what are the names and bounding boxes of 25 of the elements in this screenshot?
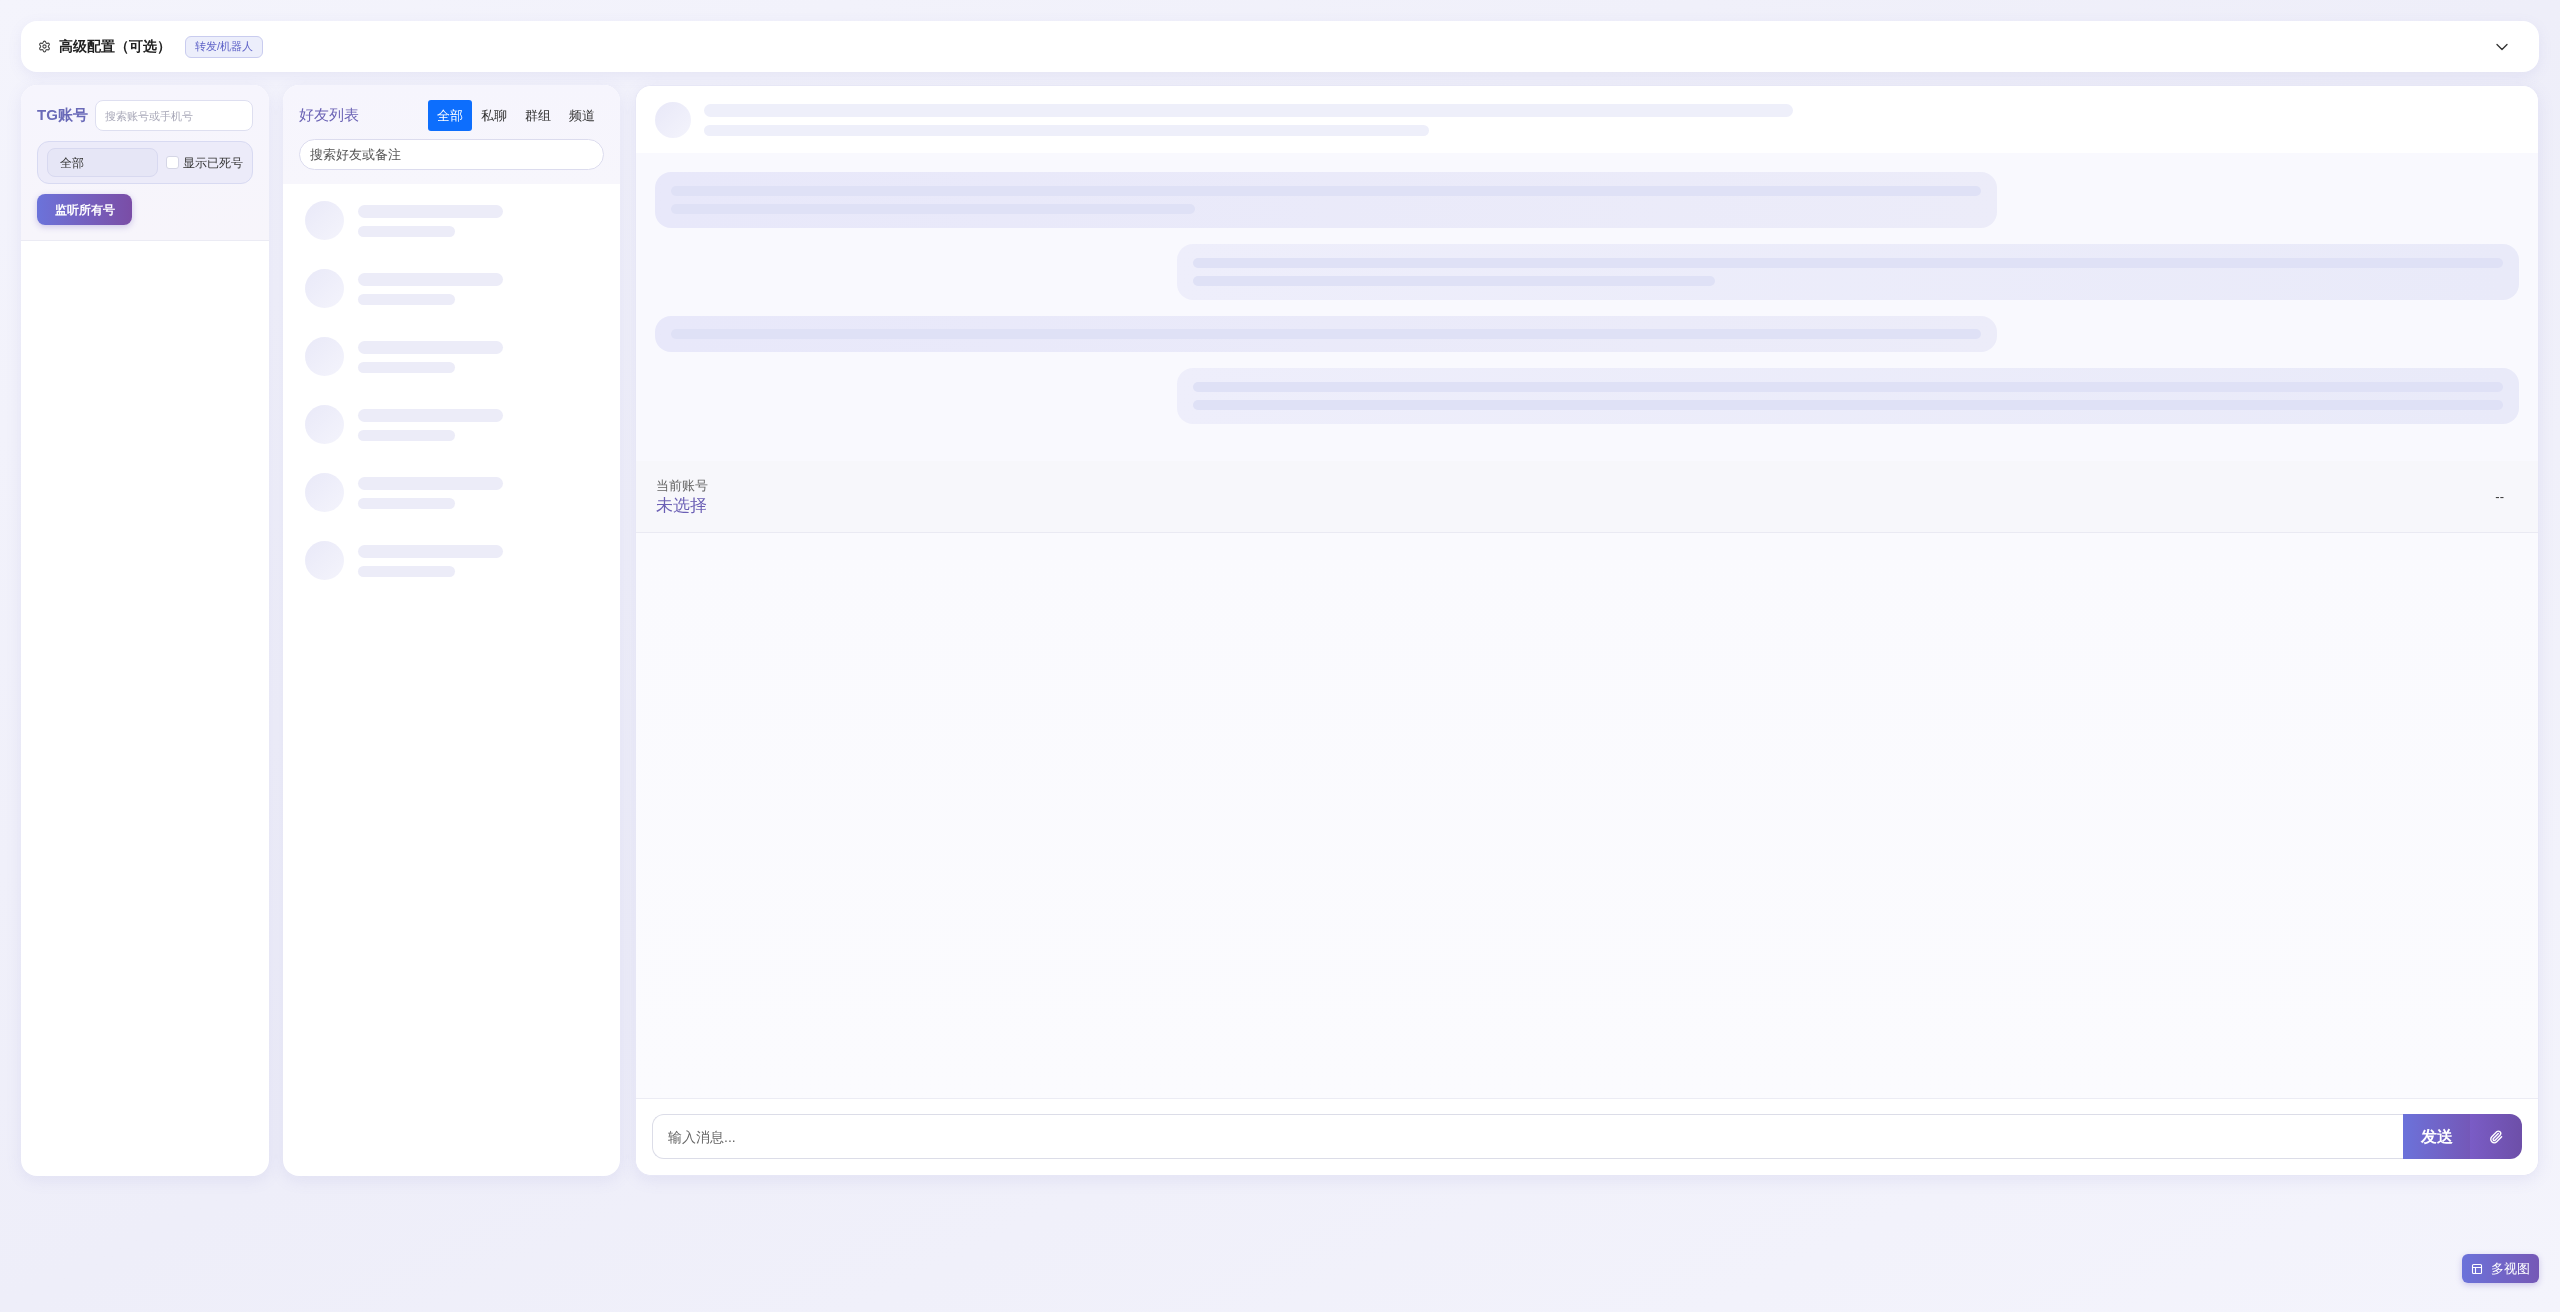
friends-tab[interactable]: 群组 <box>516 100 560 131</box>
multi-view-button[interactable]: 多视图 <box>2462 1254 2539 1283</box>
account-status: -- <box>2495 487 2505 506</box>
current-account-value: 未选择 <box>656 494 708 517</box>
send-button[interactable]: 发送 <box>2403 1114 2470 1159</box>
advanced-config-bar[interactable]: 高级配置（可选） 转发/机器人 <box>21 21 2539 72</box>
show-dead-label: 显示已死号 <box>183 154 243 172</box>
message-input[interactable]: 输入消息... <box>652 1114 2403 1159</box>
settings-icon <box>38 40 51 53</box>
config-title: 高级配置（可选） <box>59 37 171 56</box>
accounts-title: TG账号 <box>37 105 88 126</box>
current-account-label: 当前账号 <box>656 476 708 495</box>
friends-tab[interactable]: 频道 <box>560 100 604 131</box>
friend-search-field[interactable]: 搜索好友或备注 <box>299 139 604 170</box>
friends-tab[interactable]: 全部 <box>428 100 472 131</box>
account-filter-select[interactable]: 全部 <box>47 148 158 177</box>
show-dead-checkbox[interactable] <box>166 156 179 169</box>
friends-tab[interactable]: 私聊 <box>472 100 516 131</box>
friends-title: 好友列表 <box>299 105 359 126</box>
attach-button[interactable] <box>2470 1114 2522 1159</box>
paperclip-icon <box>2489 1129 2503 1144</box>
account-search-field[interactable]: 搜索账号或手机号 <box>94 100 253 131</box>
monitor-all-button[interactable]: 监听所有号 <box>37 194 132 225</box>
layout-icon <box>2471 1262 2483 1275</box>
config-tag: 转发/机器人 <box>185 35 264 58</box>
